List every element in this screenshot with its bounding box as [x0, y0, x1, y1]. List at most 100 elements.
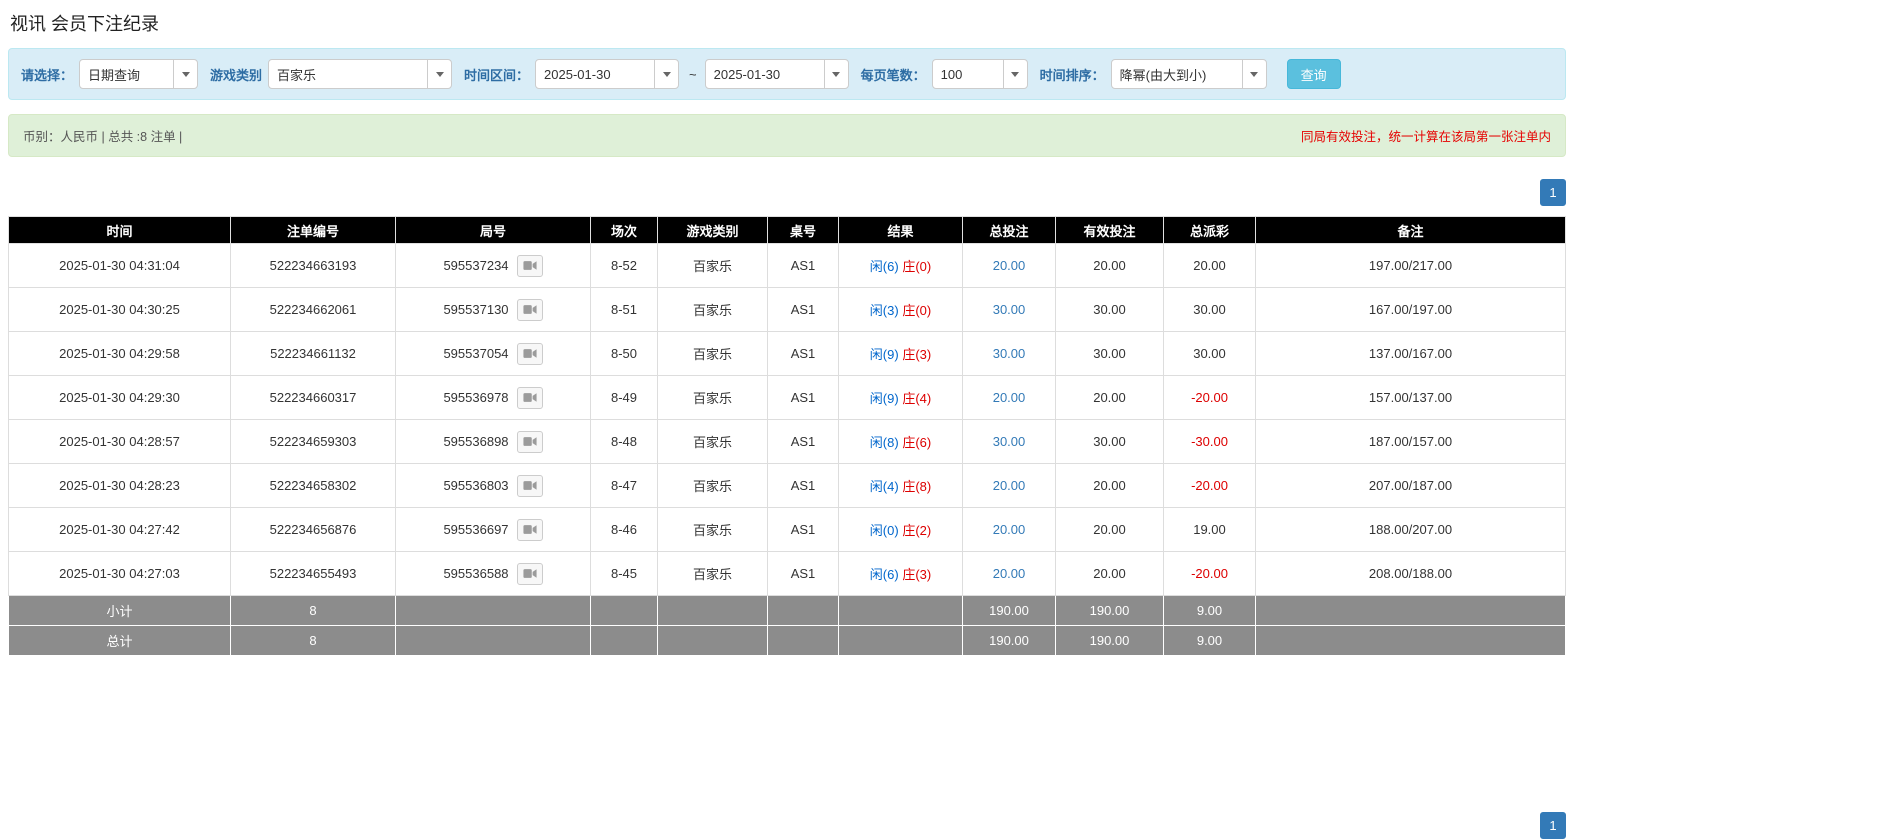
payout-cell: -30.00 — [1163, 419, 1256, 464]
footer-empty-cell — [1255, 595, 1566, 626]
bet-id-cell: 522234655493 — [230, 551, 396, 596]
time-range-label: 时间区间： — [464, 67, 530, 83]
select-type-dropdown-button[interactable] — [173, 59, 199, 89]
round-cell: 595536697 — [395, 507, 591, 552]
date-from-dropdown-button[interactable] — [654, 59, 680, 89]
game-type-combo — [268, 59, 453, 89]
footer-count-cell: 8 — [230, 625, 396, 656]
round-wrap: 595537054 — [443, 342, 543, 365]
footer-valid-bet-cell: 190.00 — [1055, 625, 1164, 656]
query-button[interactable]: 查询 — [1286, 59, 1341, 89]
round-id: 595536803 — [443, 478, 509, 493]
column-header: 场次 — [590, 216, 658, 244]
result-cell: 闲(9) 庄(4) — [838, 375, 963, 420]
round-id: 595537130 — [443, 302, 509, 317]
result-cell: 闲(3) 庄(0) — [838, 287, 963, 332]
footer-empty-cell — [1255, 625, 1566, 656]
round-id: 595536898 — [443, 434, 509, 449]
remark-cell: 208.00/188.00 — [1255, 551, 1566, 596]
payout-cell: -20.00 — [1163, 551, 1256, 596]
date-from-combo — [535, 59, 680, 89]
total-bet-link[interactable]: 20.00 — [993, 478, 1026, 493]
footer-label-cell: 总计 — [8, 625, 231, 656]
total-bet-link[interactable]: 20.00 — [993, 522, 1026, 537]
view-video-button[interactable] — [516, 474, 543, 497]
game-type-cell: 百家乐 — [657, 507, 768, 552]
footer-label-cell: 小计 — [8, 595, 231, 626]
session-cell: 8-47 — [590, 463, 658, 508]
game-type-dropdown-button[interactable] — [427, 59, 453, 89]
footer-empty-cell — [767, 595, 839, 626]
round-cell: 595537234 — [395, 243, 591, 288]
column-header: 时间 — [8, 216, 231, 244]
view-video-button[interactable] — [516, 518, 543, 541]
footer-payout-cell: 9.00 — [1163, 595, 1256, 626]
table-row: 2025-01-30 04:29:30 522234660317 595536978… — [8, 375, 1566, 420]
round-id: 595536697 — [443, 522, 509, 537]
view-video-button[interactable] — [516, 342, 543, 365]
round-wrap: 595537130 — [443, 298, 543, 321]
total-bet-link[interactable]: 30.00 — [993, 346, 1026, 361]
sort-order-dropdown-button[interactable] — [1241, 59, 1267, 89]
session-cell: 8-50 — [590, 331, 658, 376]
total-bet-link[interactable]: 30.00 — [993, 434, 1026, 449]
table-number-cell: AS1 — [767, 375, 839, 420]
game-type-input[interactable] — [268, 59, 429, 89]
pagination-top: 1 — [8, 179, 1566, 206]
result-cell: 闲(9) 庄(3) — [838, 331, 963, 376]
round-wrap: 595536803 — [443, 474, 543, 497]
round-wrap: 595537234 — [443, 254, 543, 277]
select-type-input[interactable] — [79, 59, 175, 89]
page-1-button[interactable]: 1 — [1540, 179, 1566, 206]
time-cell: 2025-01-30 04:29:30 — [8, 375, 231, 420]
date-to-dropdown-button[interactable] — [823, 59, 849, 89]
footer-empty-cell — [395, 625, 591, 656]
remark-cell: 187.00/157.00 — [1255, 419, 1566, 464]
result-player: 闲(6) — [869, 259, 899, 274]
total-bet-link[interactable]: 20.00 — [993, 258, 1026, 273]
filter-bar: 请选择： 游戏类别 时间区间： ~ 每页笔数： 时间排序： — [8, 48, 1566, 100]
view-video-button[interactable] — [516, 298, 543, 321]
total-bet-cell: 20.00 — [962, 551, 1056, 596]
round-cell: 595536588 — [395, 551, 591, 596]
date-to-input[interactable] — [704, 59, 825, 89]
game-type-cell: 百家乐 — [657, 331, 768, 376]
footer-payout-cell: 9.00 — [1163, 625, 1256, 656]
page-size-dropdown-button[interactable] — [1002, 59, 1028, 89]
total-bet-cell: 30.00 — [962, 287, 1056, 332]
time-cell: 2025-01-30 04:27:42 — [8, 507, 231, 552]
session-cell: 8-52 — [590, 243, 658, 288]
date-from-input[interactable] — [535, 59, 656, 89]
video-icon — [522, 525, 537, 534]
view-video-button[interactable] — [516, 562, 543, 585]
page-size-input[interactable] — [931, 59, 1004, 89]
view-video-button[interactable] — [516, 254, 543, 277]
date-range-separator: ~ — [689, 66, 697, 82]
time-cell: 2025-01-30 04:30:25 — [8, 287, 231, 332]
video-icon — [522, 437, 537, 446]
result-cell: 闲(4) 庄(8) — [838, 463, 963, 508]
column-header: 桌号 — [767, 216, 839, 244]
view-video-button[interactable] — [516, 430, 543, 453]
game-type-cell: 百家乐 — [657, 375, 768, 420]
table-number-cell: AS1 — [767, 463, 839, 508]
chevron-down-icon — [832, 71, 841, 77]
remark-cell: 137.00/167.00 — [1255, 331, 1566, 376]
total-bet-link[interactable]: 20.00 — [993, 390, 1026, 405]
view-video-button[interactable] — [516, 386, 543, 409]
table-row: 2025-01-30 04:28:57 522234659303 595536898… — [8, 419, 1566, 464]
column-header: 总投注 — [962, 216, 1056, 244]
result-banker: 庄(0) — [902, 303, 932, 318]
column-header: 有效投注 — [1055, 216, 1164, 244]
notice-text: 同局有效投注，统一计算在该局第一张注单内 — [1300, 130, 1551, 144]
game-type-cell: 百家乐 — [657, 243, 768, 288]
video-icon — [522, 261, 537, 270]
page-title: 视讯 会员下注纪录 — [10, 14, 160, 34]
table-row: 2025-01-30 04:30:25 522234662061 595537130… — [8, 287, 1566, 332]
footer-valid-bet-cell: 190.00 — [1055, 595, 1164, 626]
valid-bet-cell: 20.00 — [1055, 375, 1164, 420]
total-bet-link[interactable]: 30.00 — [993, 302, 1026, 317]
total-bet-link[interactable]: 20.00 — [993, 566, 1026, 581]
result-player: 闲(9) — [869, 347, 899, 362]
sort-order-input[interactable] — [1110, 59, 1243, 89]
